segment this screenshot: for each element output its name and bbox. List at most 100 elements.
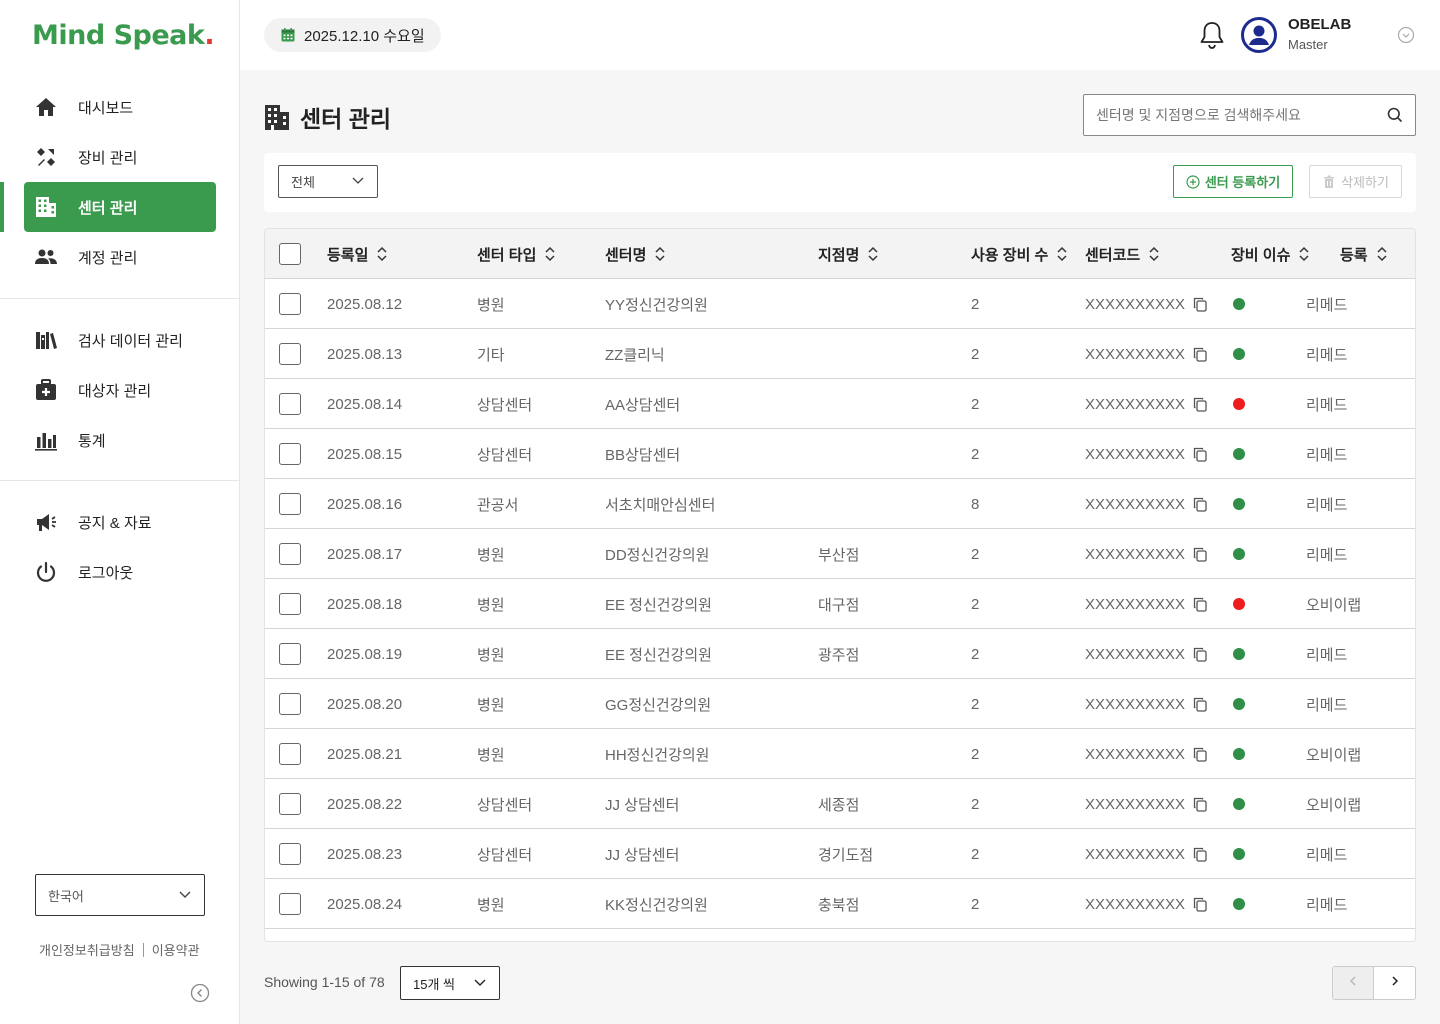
status-dot: [1233, 898, 1245, 910]
language-value: 한국어: [48, 888, 84, 904]
table-row[interactable]: 2025.08.18 병원 EE 정신건강의원 대구점 2 XXXXXXXXXX 오비이랩: [265, 579, 1415, 629]
delete-button[interactable]: 삭제하기: [1309, 165, 1402, 198]
table-row[interactable]: 2025.08.17 병원 DD정신건강의원 부산점 2 XXXXXXXXXX 리메드: [265, 529, 1415, 579]
header-col-date[interactable]: 등록일: [327, 229, 388, 279]
header-col-devices[interactable]: 사용 장비 수: [971, 229, 1068, 279]
table-row[interactable]: 2025.08.23 상담센터 JJ 상담센터 경기도점 2 XXXXXXXXXX 리메드: [265, 829, 1415, 879]
type-filter-select[interactable]: 전체: [278, 165, 378, 198]
header-col-registrar[interactable]: 등록: [1340, 229, 1388, 279]
row-checkbox[interactable]: [279, 843, 301, 865]
copy-icon[interactable]: [1193, 797, 1207, 812]
cell-devices: 2: [971, 895, 980, 913]
row-checkbox[interactable]: [279, 743, 301, 765]
sidebar-item-tools[interactable]: 장비 관리: [24, 132, 216, 182]
cell-code: XXXXXXXXXX: [1085, 379, 1207, 429]
top-header: 2025.12.10 수요일 OBELAB Master: [240, 0, 1440, 70]
sidebar-item-building[interactable]: 센터 관리: [24, 182, 216, 232]
search-icon[interactable]: [1375, 107, 1415, 123]
copy-icon[interactable]: [1193, 397, 1207, 412]
sidebar-item-home[interactable]: 대시보드: [24, 82, 216, 132]
cell-registrar: 리메드: [1306, 296, 1348, 314]
sidebar-item-bar-chart[interactable]: 통계: [24, 415, 216, 465]
chevron-down-circle-icon[interactable]: [1397, 26, 1415, 44]
table-row[interactable]: 2025.08.13 기타 ZZ클리닉 2 XXXXXXXXXX 리메드: [265, 329, 1415, 379]
privacy-link[interactable]: 개인정보취급방침: [39, 940, 135, 959]
row-checkbox[interactable]: [279, 493, 301, 515]
header-col-branch[interactable]: 지점명: [818, 229, 879, 279]
cell-issue: [1233, 529, 1245, 579]
header-col-issue[interactable]: 장비 이슈: [1231, 229, 1310, 279]
copy-icon[interactable]: [1193, 297, 1207, 312]
next-page-button[interactable]: [1374, 967, 1415, 999]
copy-icon[interactable]: [1193, 547, 1207, 562]
table-row[interactable]: 2025.08.22 상담센터 JJ 상담센터 세종점 2 XXXXXXXXXX 오비이랩: [265, 779, 1415, 829]
logo[interactable]: Mind Speak.: [32, 20, 215, 51]
status-dot: [1233, 748, 1245, 760]
copy-icon[interactable]: [1193, 697, 1207, 712]
cell-name: KK정신건강의원: [605, 896, 708, 914]
cell-registrar: 오비이랩: [1306, 596, 1362, 614]
copy-icon[interactable]: [1193, 747, 1207, 762]
header-col-type[interactable]: 센터 타입: [477, 229, 556, 279]
copy-icon[interactable]: [1193, 847, 1207, 862]
cell-type: 상담센터: [477, 446, 533, 464]
table-row[interactable]: 2025.08.19 병원 EE 정신건강의원 광주점 2 XXXXXXXXXX 리메드: [265, 629, 1415, 679]
center-code: XXXXXXXXXX: [1085, 895, 1186, 913]
select-all-checkbox[interactable]: [279, 243, 301, 265]
search-input[interactable]: [1084, 95, 1375, 135]
sidebar-item-label: 통계: [78, 432, 106, 450]
table-row[interactable]: 2025.08.20 병원 GG정신건강의원 2 XXXXXXXXXX 리메드: [265, 679, 1415, 729]
copy-icon[interactable]: [1193, 897, 1207, 912]
status-dot: [1233, 298, 1245, 310]
cell-registrar: 리메드: [1306, 496, 1348, 514]
row-checkbox[interactable]: [279, 643, 301, 665]
copy-icon[interactable]: [1193, 647, 1207, 662]
header-col-code[interactable]: 센터코드: [1085, 229, 1160, 279]
cell-type: 병원: [477, 696, 505, 714]
users-icon: [34, 245, 58, 269]
collapse-sidebar-icon[interactable]: [190, 983, 210, 1003]
cell-date: 2025.08.23: [327, 845, 403, 863]
copy-icon[interactable]: [1193, 347, 1207, 362]
table-row[interactable]: 2025.08.15 상담센터 BB상담센터 2 XXXXXXXXXX 리메드: [265, 429, 1415, 479]
table-row[interactable]: 2025.08.24 병원 KK정신건강의원 충북점 2 XXXXXXXXXX 리메드: [265, 879, 1415, 929]
row-checkbox[interactable]: [279, 593, 301, 615]
row-checkbox[interactable]: [279, 893, 301, 915]
avatar[interactable]: [1241, 17, 1277, 53]
cell-name: BB상담센터: [605, 446, 681, 464]
table-row[interactable]: 2025.08.12 병원 YY정신건강의원 2 XXXXXXXXXX 리메드: [265, 279, 1415, 329]
table-row[interactable]: 2025.08.21 병원 HH정신건강의원 2 XXXXXXXXXX 오비이랩: [265, 729, 1415, 779]
pagination-info: Showing 1-15 of 78: [264, 974, 385, 990]
row-checkbox[interactable]: [279, 793, 301, 815]
sort-icon: [544, 246, 556, 262]
sidebar-item-power[interactable]: 로그아웃: [24, 547, 216, 597]
sort-icon: [867, 246, 879, 262]
sidebar-item-medical-kit[interactable]: 대상자 관리: [24, 365, 216, 415]
copy-icon[interactable]: [1193, 597, 1207, 612]
per-page-select[interactable]: 15개 씩: [400, 966, 500, 1000]
prev-page-button[interactable]: [1333, 967, 1375, 999]
copy-icon[interactable]: [1193, 497, 1207, 512]
header-col-name[interactable]: 센터명: [605, 229, 666, 279]
terms-link[interactable]: 이용약관: [152, 940, 200, 959]
table-row[interactable]: 2025.08.14 상담센터 AA상담센터 2 XXXXXXXXXX 리메드: [265, 379, 1415, 429]
register-center-button[interactable]: 센터 등록하기: [1173, 165, 1293, 198]
row-checkbox[interactable]: [279, 393, 301, 415]
sidebar-item-library[interactable]: 검사 데이터 관리: [24, 315, 216, 365]
table-header: 등록일 센터 타입 센터명 지점명 사용 장비 수 센터코드 장비 이슈 등록: [265, 229, 1415, 279]
center-code: XXXXXXXXXX: [1085, 545, 1186, 563]
cell-name: AA상담센터: [605, 396, 681, 414]
copy-icon[interactable]: [1193, 447, 1207, 462]
language-select[interactable]: 한국어: [35, 874, 205, 916]
table-row[interactable]: 2025.08.16 관공서 서초치매안심센터 8 XXXXXXXXXX 리메드: [265, 479, 1415, 529]
row-checkbox[interactable]: [279, 293, 301, 315]
cell-date: 2025.08.20: [327, 695, 403, 713]
row-checkbox[interactable]: [279, 693, 301, 715]
row-checkbox[interactable]: [279, 343, 301, 365]
cell-devices: 2: [971, 595, 980, 613]
row-checkbox[interactable]: [279, 443, 301, 465]
bell-icon[interactable]: [1198, 20, 1226, 50]
row-checkbox[interactable]: [279, 543, 301, 565]
sidebar-item-megaphone[interactable]: 공지 & 자료: [24, 497, 216, 547]
sidebar-item-users[interactable]: 계정 관리: [24, 232, 216, 282]
